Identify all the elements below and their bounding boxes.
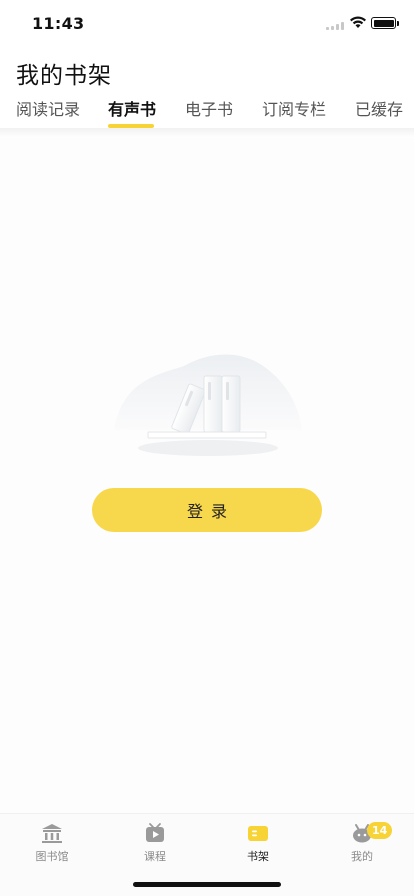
- nav-label-bookshelf: 书架: [247, 850, 269, 863]
- login-button[interactable]: 登录: [92, 488, 322, 532]
- tab-downloaded[interactable]: 已缓存: [355, 96, 403, 120]
- page-title: 我的书架: [16, 63, 112, 89]
- library-icon: [42, 824, 62, 843]
- wifi-icon: [350, 16, 366, 28]
- nav-item-profile[interactable]: 14 我的: [332, 822, 393, 868]
- empty-content-area: [0, 138, 414, 813]
- battery-icon: [371, 17, 396, 29]
- nav-item-bookshelf[interactable]: 书架: [228, 822, 288, 868]
- tabs-divider: [0, 128, 414, 138]
- course-icon: [146, 823, 164, 842]
- nav-label-profile: 我的: [351, 850, 373, 863]
- nav-item-library[interactable]: 图书馆: [22, 822, 82, 868]
- tab-ebooks[interactable]: 电子书: [185, 96, 233, 120]
- home-indicator: [133, 882, 281, 887]
- status-time: 11:43: [32, 14, 85, 33]
- status-bar: 11:43: [0, 0, 414, 48]
- shelf-tabs: 阅读记录 有声书 电子书 订阅专栏 已缓存: [0, 90, 414, 130]
- tab-audiobooks[interactable]: 有声书: [108, 96, 156, 120]
- bookshelf-icon: [248, 826, 268, 841]
- tab-subscriptions[interactable]: 订阅专栏: [262, 96, 326, 120]
- battery-cap: [397, 21, 399, 26]
- notification-badge: 14: [367, 822, 393, 839]
- nav-label-library: 图书馆: [35, 850, 69, 863]
- cellular-signal-icon: [326, 22, 344, 30]
- nav-label-courses: 课程: [144, 850, 166, 863]
- nav-item-courses[interactable]: 课程: [125, 822, 185, 868]
- tab-reading-history[interactable]: 阅读记录: [16, 96, 80, 120]
- empty-bookshelf-icon: [114, 354, 302, 456]
